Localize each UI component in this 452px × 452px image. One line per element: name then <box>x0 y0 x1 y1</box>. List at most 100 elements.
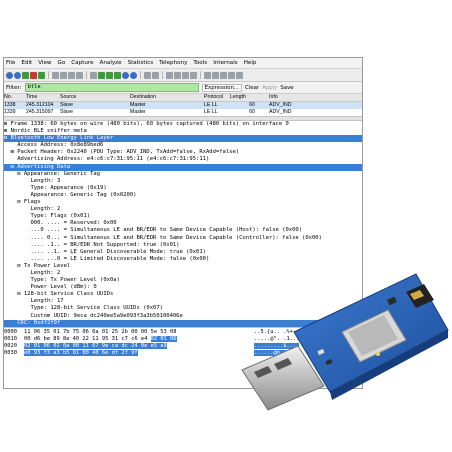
tree-node[interactable]: .... ...0 = LE Limited Discoverable Mode… <box>4 256 362 263</box>
options-icon[interactable] <box>14 71 21 79</box>
filter-input[interactable]: btle <box>24 83 199 92</box>
resize-columns-icon[interactable] <box>190 71 197 79</box>
menu-capture[interactable]: Capture <box>71 58 93 68</box>
restart-capture-icon[interactable] <box>38 71 45 79</box>
tree-node[interactable]: .... .1.. = BR/EDR Not Supported: true (… <box>4 242 362 249</box>
hex-bytes-highlight: 02 01 06 02 0a 00 11 07 9e ca dc 24 0e e… <box>24 342 167 349</box>
hex-bytes-highlight: e0 93 f3 a3 b5 01 00 40 6e df 2f 9f <box>24 349 138 356</box>
packet-time: 245.315097 <box>26 109 54 115</box>
find-packet-icon[interactable] <box>90 71 97 79</box>
tree-node[interactable]: Advertising Address: e4:c6:c7:31:95:11 (… <box>4 156 362 163</box>
open-file-icon[interactable] <box>52 71 59 79</box>
column-spacer <box>257 94 269 101</box>
menu-statistics[interactable]: Statistics <box>128 58 154 68</box>
tree-node[interactable]: .... ..1. = LE General Discoverable Mode… <box>4 249 362 256</box>
hex-offset: 0030 <box>4 349 17 356</box>
tree-node[interactable]: Access Address: 0x8e89bed6 <box>4 142 362 149</box>
packet-length: 60 <box>249 109 255 115</box>
go-to-packet-icon[interactable] <box>114 71 121 79</box>
clear-button[interactable]: Clear <box>245 85 259 91</box>
packet-source: Slave <box>60 109 73 115</box>
tree-node[interactable]: .... 0... = Simultaneous LE and BR/EDR t… <box>4 235 362 242</box>
hex-bytes: e0 93 f3 a3 b5 01 00 40 6e df 2f 9f <box>24 349 254 357</box>
tree-node[interactable]: Length: 3 <box>4 178 362 185</box>
packet-info: ADV_IND <box>269 102 292 108</box>
reload-icon[interactable] <box>76 71 83 79</box>
packet-row[interactable]: 1339 245.315097 Slave Master LE LL 60 AD… <box>4 109 362 116</box>
help-icon[interactable] <box>236 71 243 79</box>
menu-go[interactable]: Go <box>58 58 66 68</box>
menu-edit[interactable]: Edit <box>21 58 32 68</box>
column-length[interactable]: Length <box>230 94 257 101</box>
tree-node[interactable]: Appearance: Generic Tag (0x0200) <box>4 192 362 199</box>
save-filter-button[interactable]: Save <box>280 85 293 91</box>
tree-node[interactable]: ⊞ Frame 1338: 60 bytes on wire (480 bits… <box>4 121 362 128</box>
packet-row[interactable]: 1338 245.312104 Slave Master LE LL 60 AD… <box>4 102 362 109</box>
go-forward-icon[interactable] <box>106 71 113 79</box>
tree-node[interactable]: ...0 .... = Simultaneous LE and BR/EDR t… <box>4 227 362 234</box>
start-capture-icon[interactable] <box>22 71 29 79</box>
column-info[interactable]: Info <box>269 94 362 101</box>
menu-telephony[interactable]: Telephony <box>159 58 187 68</box>
filter-label: Filter: <box>6 84 22 91</box>
hex-bytes-plain: 11 06 35 01 7b 75 06 0a 01 25 2b 00 00 5… <box>24 328 177 335</box>
column-protocol[interactable]: Protocol <box>204 94 230 101</box>
tree-node[interactable]: Type: Flags (0x01) <box>4 213 362 220</box>
toolbar-separator <box>48 71 49 79</box>
tree-node[interactable]: Length: 2 <box>4 206 362 213</box>
toolbar-separator <box>162 71 163 79</box>
hex-offset: 0000 <box>4 328 17 335</box>
column-destination[interactable]: Destination <box>130 94 204 101</box>
menu-file[interactable]: File <box>6 58 15 68</box>
packet-spacer <box>257 102 269 109</box>
menu-help[interactable]: Help <box>244 58 257 68</box>
column-source[interactable]: Source <box>60 94 130 101</box>
hex-bytes-plain: 00 d6 be 89 8e 40 22 11 95 31 c7 c6 e4 <box>24 335 151 342</box>
interfaces-icon[interactable] <box>6 71 13 79</box>
display-filters-icon[interactable] <box>212 71 219 79</box>
hex-offset: 0020 <box>4 342 17 349</box>
packet-destination: Master <box>130 102 146 108</box>
go-back-icon[interactable] <box>98 71 105 79</box>
zoom-out-icon[interactable] <box>174 71 181 79</box>
hex-bytes: 11 06 35 01 7b 75 06 0a 01 25 2b 00 00 5… <box>24 329 254 336</box>
tree-node[interactable]: ⊟ Flags <box>4 199 362 206</box>
autoscroll-icon[interactable] <box>152 71 159 79</box>
tree-node[interactable]: Type: Appearance (0x19) <box>4 185 362 192</box>
menu-view[interactable]: View <box>38 58 51 68</box>
first-packet-icon[interactable] <box>122 71 129 79</box>
stop-capture-icon[interactable] <box>30 71 37 79</box>
tree-node[interactable]: ⊞ Packet Header: 0x2240 (PDU Type: ADV_I… <box>4 149 362 156</box>
toolbar-separator <box>200 71 201 79</box>
packet-spacer <box>257 109 269 116</box>
capture-filters-icon[interactable] <box>204 71 211 79</box>
apply-button[interactable]: Apply <box>262 85 277 91</box>
colorize-icon[interactable] <box>144 71 151 79</box>
main-toolbar <box>4 68 362 82</box>
packet-destination: Master <box>130 109 146 115</box>
tree-node[interactable]: ⊞ Nordic BLE sniffer meta <box>4 128 362 135</box>
save-file-icon[interactable] <box>60 71 67 79</box>
tree-node[interactable]: 000. .... = Reserved: 0x00 <box>4 220 362 227</box>
ble-sniffer-dongle-image <box>241 273 449 411</box>
hex-bytes-highlight: 02 01 06 <box>150 335 177 342</box>
last-packet-icon[interactable] <box>130 71 137 79</box>
tree-node[interactable]: ⊟ Bluetooth Low Energy Link Layer <box>4 135 362 143</box>
tree-node[interactable]: ⊟ Advertising Data <box>4 163 362 171</box>
close-file-icon[interactable] <box>68 71 75 79</box>
menu-internals[interactable]: Internals <box>213 58 237 68</box>
tree-node[interactable]: ⊟ Appearance: Generic Tag <box>4 171 362 178</box>
zoom-in-icon[interactable] <box>166 71 173 79</box>
coloring-rules-icon[interactable] <box>220 71 227 79</box>
packet-no: 1338 <box>4 102 16 108</box>
menu-analyze[interactable]: Analyze <box>100 58 122 68</box>
packet-list-header: No. Time Source Destination Protocol Len… <box>4 94 362 102</box>
column-time[interactable]: Time <box>26 94 60 101</box>
hex-offset: 0010 <box>4 335 17 342</box>
preferences-icon[interactable] <box>228 71 235 79</box>
packet-protocol: LE LL <box>204 102 218 108</box>
expression-button[interactable]: Expression... <box>201 83 243 92</box>
column-no[interactable]: No. <box>4 94 26 101</box>
zoom-normal-icon[interactable] <box>182 71 189 79</box>
menu-tools[interactable]: Tools <box>193 58 207 68</box>
